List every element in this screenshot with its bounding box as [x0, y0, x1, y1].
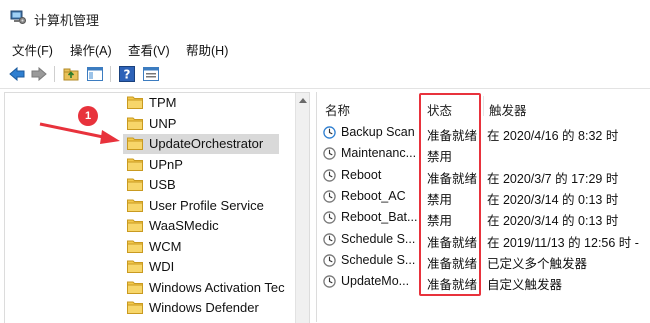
- up-folder-icon[interactable]: [62, 65, 80, 83]
- tree-item[interactable]: WCM: [5, 237, 295, 257]
- tree-item-label: UPnP: [149, 156, 183, 172]
- task-row[interactable]: Backup Scan 准备就绪在 2020/4/16 的 8:32 时: [317, 122, 650, 143]
- task-row[interactable]: Maintenanc... 禁用: [317, 143, 650, 164]
- tree-scrollbar[interactable]: [295, 93, 309, 323]
- task-list-pane: 名称 状态 触发器 Backup Scan 准备就绪在 2020/4/16 的 8…: [316, 92, 650, 322]
- tree-item[interactable]: UpdateOrchestrator: [123, 134, 279, 154]
- tree-item-label: Windows Activation Tec: [149, 279, 285, 295]
- task-row[interactable]: Schedule S... 准备就绪在 2019/11/13 的 12:56 时 …: [317, 229, 650, 250]
- column-header-name[interactable]: 名称: [325, 100, 350, 119]
- tree-item[interactable]: WDI: [5, 257, 295, 277]
- tree-item-label: WDI: [149, 259, 175, 274]
- tree-item[interactable]: UPnP: [5, 155, 295, 175]
- tree-item-label: UNP: [149, 115, 177, 131]
- task-name: UpdateMo...: [341, 274, 410, 289]
- menu-bar: 文件(F) 操作(A) 查看(V) 帮助(H): [0, 36, 650, 58]
- folder-icon: [127, 281, 143, 294]
- tree-item-label: UpdateOrchestrator: [149, 136, 264, 151]
- svg-text:?: ?: [124, 68, 131, 82]
- task-name: Reboot: [341, 167, 382, 182]
- step-badge: 1: [78, 106, 98, 126]
- folder-icon: [127, 219, 143, 232]
- tree-item[interactable]: Windows Activation Tec: [5, 278, 295, 298]
- folder-icon: [127, 117, 143, 130]
- task-trigger: 已定义多个触发器: [487, 256, 588, 271]
- task-trigger: 在 2020/3/14 的 0:13 时: [487, 214, 619, 229]
- help-icon[interactable]: ?: [118, 65, 136, 83]
- forward-icon[interactable]: [30, 65, 48, 83]
- tree-item[interactable]: Windows Defender: [5, 298, 295, 318]
- tree-item-label: User Profile Service: [149, 197, 264, 213]
- toolbar: ?: [0, 60, 650, 89]
- task-row[interactable]: UpdateMo... 准备就绪 自定义触发器: [317, 271, 650, 292]
- task-trigger: 在 2020/3/7 的 17:29 时: [487, 171, 619, 186]
- folder-icon: [127, 240, 143, 253]
- menu-action[interactable]: 操作(A): [70, 40, 112, 59]
- task-trigger: 在 2019/11/13 的 12:56 时 -: [487, 235, 639, 250]
- scheduled-task-icon: [323, 126, 336, 139]
- tree-item-label: TPM: [149, 95, 177, 110]
- task-name: Backup Scan: [341, 125, 415, 139]
- task-name: Reboot_Bat...: [341, 210, 418, 225]
- status-column-highlight: [419, 93, 481, 296]
- column-header-trigger[interactable]: 触发器: [489, 100, 527, 119]
- tree-item[interactable]: User Profile Service: [5, 196, 295, 216]
- show-hide-tree-icon[interactable]: [86, 65, 104, 83]
- scheduled-task-icon: [323, 275, 336, 288]
- scheduled-task-icon: [323, 254, 336, 267]
- task-trigger: 自定义触发器: [487, 278, 563, 293]
- folder-icon: [127, 260, 143, 273]
- folder-icon: [127, 158, 143, 171]
- tree-item-label: Windows Defender: [149, 300, 259, 315]
- folder-icon: [127, 178, 143, 191]
- title-bar: 计算机管理: [0, 0, 650, 34]
- scheduled-task-icon: [323, 190, 336, 203]
- tree-item-label: WCM: [149, 238, 182, 254]
- scheduled-task-icon: [323, 168, 336, 182]
- scheduled-task-icon: [323, 232, 336, 246]
- scheduled-task-icon: [323, 147, 336, 161]
- folder-icon: [127, 199, 143, 212]
- folder-icon: [127, 137, 143, 150]
- window-title: 计算机管理: [34, 13, 100, 28]
- tree-item-label: WaaSMedic: [149, 218, 219, 233]
- task-name: Reboot_AC: [341, 188, 406, 203]
- task-row[interactable]: Reboot_AC 禁用在 2020/3/14 的 0:13 时: [317, 186, 650, 207]
- scroll-up-icon[interactable]: [299, 97, 307, 103]
- folder-icon: [127, 96, 143, 109]
- task-name: Maintenanc...: [341, 146, 417, 161]
- tree-item[interactable]: WaaSMedic: [5, 216, 295, 236]
- task-row[interactable]: Reboot 准备就绪在 2020/3/7 的 17:29 时: [317, 165, 650, 186]
- computer-management-icon: [10, 10, 26, 24]
- tree-item-label: USB: [149, 177, 176, 192]
- task-row[interactable]: Reboot_Bat... 禁用在 2020/3/14 的 0:13 时: [317, 207, 650, 228]
- task-trigger: 在 2020/4/16 的 8:32 时: [487, 129, 619, 143]
- back-icon[interactable]: [8, 65, 26, 83]
- properties-icon[interactable]: [142, 65, 160, 83]
- tree-item[interactable]: USB: [5, 175, 295, 195]
- menu-view[interactable]: 查看(V): [128, 40, 170, 59]
- task-name: Schedule S...: [341, 252, 416, 267]
- task-row[interactable]: Schedule S... 准备就绪 已定义多个触发器: [317, 250, 650, 271]
- menu-file[interactable]: 文件(F): [12, 40, 53, 59]
- task-trigger: 在 2020/3/14 的 0:13 时: [487, 192, 619, 207]
- scheduled-task-icon: [323, 211, 336, 224]
- folder-icon: [127, 301, 143, 314]
- task-name: Schedule S...: [341, 231, 416, 246]
- menu-help[interactable]: 帮助(H): [186, 40, 228, 59]
